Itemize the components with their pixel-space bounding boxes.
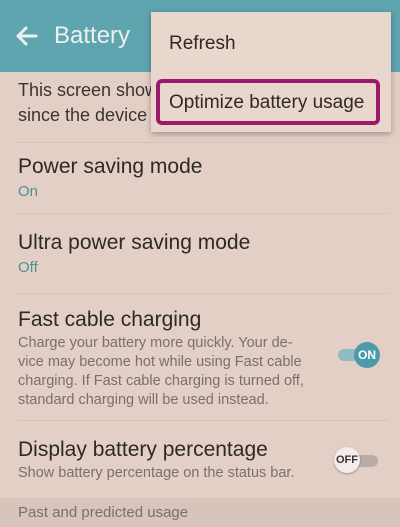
description-line-1: This screen show xyxy=(18,80,158,100)
toggle-knob: OFF xyxy=(334,447,360,473)
arrow-left-icon[interactable] xyxy=(14,24,40,48)
fast-charging-toggle[interactable]: ON xyxy=(336,340,384,368)
setting-title: Fast cable charging xyxy=(18,308,202,331)
menu-item-refresh[interactable]: Refresh xyxy=(169,33,236,55)
setting-description: Charge your battery more quickly. Your d… xyxy=(18,335,304,408)
page-title: Battery xyxy=(54,22,131,49)
setting-value: On xyxy=(18,183,39,200)
battery-percentage-toggle[interactable]: OFF xyxy=(334,447,382,473)
section-header: Past and predicted usage xyxy=(0,498,400,527)
description-line-2: since the device xyxy=(18,105,148,125)
setting-title: Power saving mode xyxy=(18,155,203,178)
setting-title: Display battery percentage xyxy=(18,438,268,461)
setting-ultra-power-saving-mode[interactable]: Ultra power saving mode Off xyxy=(0,214,400,294)
setting-power-saving-mode[interactable]: Power saving mode On xyxy=(0,143,400,213)
screen-description: This screen show since the device xyxy=(18,78,158,128)
setting-title: Ultra power saving mode xyxy=(18,231,251,254)
toggle-knob: ON xyxy=(354,342,380,368)
highlight-annotation xyxy=(156,79,380,125)
section-header-label: Past and predicted usage xyxy=(18,504,189,521)
setting-description: Show battery percentage on the status ba… xyxy=(18,465,295,481)
setting-value: Off xyxy=(18,259,38,276)
